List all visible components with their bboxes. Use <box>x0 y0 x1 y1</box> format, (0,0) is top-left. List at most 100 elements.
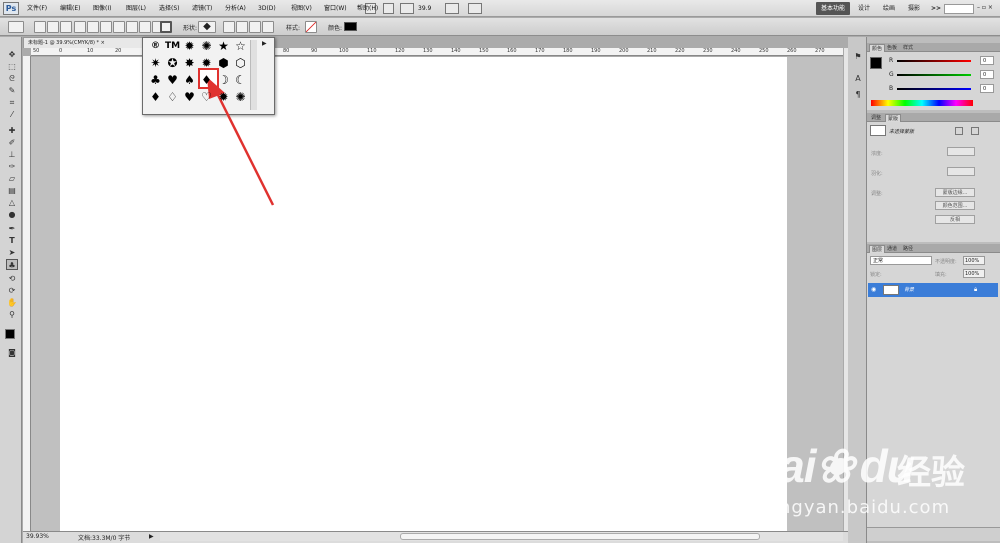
shape-cell-r1-c4[interactable]: ⬢ <box>215 55 232 72</box>
color-swatch[interactable] <box>344 22 357 31</box>
dodge-tool-icon[interactable]: ● <box>6 209 18 220</box>
menu-item-6[interactable]: 分析(A) <box>225 3 246 15</box>
shape-cell-r3-c5[interactable]: ✺ <box>232 89 249 106</box>
layer-visibility-eye-icon[interactable]: ◉ <box>871 286 876 293</box>
color-fg-swatch[interactable] <box>870 57 882 69</box>
shape-cell-r2-c2[interactable]: ♠ <box>181 72 198 89</box>
type-tool-icon[interactable]: T <box>6 235 18 246</box>
shape-cell-r2-c4[interactable]: ☽ <box>215 72 232 89</box>
screen-mode-icon[interactable] <box>468 3 482 14</box>
shape-picker-button[interactable]: ◆ <box>198 21 216 33</box>
tab-channels[interactable]: 通道 <box>885 245 899 253</box>
fill-pixels-mode-button[interactable] <box>60 21 72 33</box>
style-picker[interactable] <box>305 21 317 33</box>
blur-tool-icon[interactable]: △ <box>6 197 18 208</box>
menu-item-9[interactable]: 窗口(W) <box>324 3 347 15</box>
pixel-mask-icon[interactable] <box>955 127 963 135</box>
history-panel-icon[interactable]: ⚑ <box>852 51 864 62</box>
quick-mask-icon[interactable]: ◙ <box>6 347 18 358</box>
shape-cell-r1-c1[interactable]: ✪ <box>164 55 181 72</box>
shape-cell-r0-c3[interactable]: ✺ <box>198 38 215 55</box>
healing-brush-tool-icon[interactable]: ✚ <box>6 125 18 136</box>
horizontal-scrollbar[interactable] <box>160 532 843 541</box>
tab-swatches[interactable]: 色板 <box>885 44 899 52</box>
layer-name[interactable]: 背景 <box>904 286 914 293</box>
exclude-shape-button[interactable] <box>262 21 274 33</box>
shape-layers-mode-button[interactable] <box>34 21 46 33</box>
paths-mode-button[interactable] <box>47 21 59 33</box>
move-tool-icon[interactable]: ✥ <box>6 49 18 60</box>
workspace-painting[interactable]: 绘画 <box>883 2 895 15</box>
shape-cell-r1-c2[interactable]: ✸ <box>181 55 198 72</box>
pen-tool-option[interactable] <box>74 21 86 33</box>
shape-cell-r1-c3[interactable]: ✹ <box>198 55 215 72</box>
tab-masks[interactable]: 蒙版 <box>885 114 902 122</box>
shape-cell-r0-c0[interactable]: ® <box>147 38 164 55</box>
shape-cell-r0-c4[interactable]: ★ <box>215 38 232 55</box>
tab-layers[interactable]: 图层 <box>869 245 886 253</box>
shape-cell-r1-c5[interactable]: ⬡ <box>232 55 249 72</box>
shape-cell-r2-c1[interactable]: ♥ <box>164 72 181 89</box>
shape-cell-r2-c3[interactable]: ♦ <box>198 72 215 89</box>
window-controls[interactable]: – ▫ × <box>977 4 997 14</box>
menu-item-7[interactable]: 3D(D) <box>258 3 276 15</box>
menu-item-3[interactable]: 图层(L) <box>126 3 146 15</box>
picker-menu-icon[interactable]: ▶ <box>262 40 270 48</box>
opacity-field[interactable]: 100% <box>963 256 985 265</box>
crop-tool-icon[interactable]: ⌗ <box>6 97 18 108</box>
shape-cell-r2-c5[interactable]: ☾ <box>232 72 249 89</box>
combine-shapes-button[interactable] <box>223 21 235 33</box>
fill-field[interactable]: 100% <box>963 269 985 278</box>
paragraph-panel-icon[interactable]: ¶ <box>852 89 864 100</box>
ellipse-option[interactable] <box>126 21 138 33</box>
shape-cell-r3-c3[interactable]: ♡ <box>198 89 215 106</box>
rounded-rectangle-option[interactable] <box>113 21 125 33</box>
brush-tool-icon[interactable]: ✐ <box>6 137 18 148</box>
tab-styles[interactable]: 样式 <box>901 44 915 52</box>
pen-tool-icon[interactable]: ✒ <box>6 223 18 234</box>
marquee-tool-icon[interactable]: ⬚ <box>6 61 18 72</box>
tab-color[interactable]: 颜色 <box>869 44 886 52</box>
menu-item-2[interactable]: 图像(I) <box>93 3 111 15</box>
custom-shape-option[interactable] <box>160 21 172 33</box>
search-field[interactable] <box>944 4 974 14</box>
foreground-color[interactable] <box>5 329 15 339</box>
shape-cell-r3-c4[interactable]: ✹ <box>215 89 232 106</box>
tab-paths[interactable]: 路径 <box>901 245 915 253</box>
channel-g-slider[interactable] <box>897 74 971 76</box>
clone-stamp-tool-icon[interactable]: ⊥ <box>6 149 18 160</box>
blend-mode-select[interactable]: 正常 <box>870 256 932 265</box>
invert-button[interactable]: 反相 <box>935 215 975 224</box>
menu-item-10[interactable]: 帮助(H) <box>357 3 378 15</box>
shape-cell-r3-c1[interactable]: ♢ <box>164 89 181 106</box>
scroll-thumb[interactable] <box>400 533 760 540</box>
lasso-tool-icon[interactable]: ᘓ <box>6 73 18 84</box>
shape-cell-r0-c2[interactable]: ✹ <box>181 38 198 55</box>
arrange-documents-icon[interactable] <box>445 3 459 14</box>
channel-g-value[interactable]: 0 <box>980 70 994 79</box>
color-range-button[interactable]: 颜色范围... <box>935 201 975 210</box>
feather-field[interactable] <box>947 167 975 176</box>
color-spectrum-bar[interactable] <box>871 100 973 106</box>
density-field[interactable] <box>947 147 975 156</box>
menu-item-0[interactable]: 文件(F) <box>27 3 47 15</box>
status-menu-arrow-icon[interactable]: ▶ <box>149 533 154 540</box>
eraser-tool-icon[interactable]: ▱ <box>6 173 18 184</box>
channel-r-value[interactable]: 0 <box>980 56 994 65</box>
menu-item-8[interactable]: 视图(V) <box>291 3 312 15</box>
rectangle-option[interactable] <box>100 21 112 33</box>
view-extras-icon[interactable] <box>400 3 414 14</box>
menu-item-1[interactable]: 编辑(E) <box>60 3 80 15</box>
menu-item-4[interactable]: 选择(S) <box>159 3 180 15</box>
intersect-shape-button[interactable] <box>249 21 261 33</box>
workspace-design[interactable]: 设计 <box>858 2 870 15</box>
channel-b-slider[interactable] <box>897 88 971 90</box>
mini-bridge-icon[interactable] <box>383 3 394 14</box>
document-tab[interactable]: 未标题-1 @ 39.9%(CMYK/8) * × <box>23 37 143 48</box>
eyedropper-tool-icon[interactable]: ⁄ <box>6 109 18 120</box>
document-canvas[interactable] <box>60 57 787 531</box>
tool-preset-picker[interactable] <box>8 21 24 33</box>
close-document-icon[interactable]: × <box>101 40 105 46</box>
menu-item-5[interactable]: 滤镜(T) <box>192 3 212 15</box>
quick-select-tool-icon[interactable]: ✎ <box>6 85 18 96</box>
